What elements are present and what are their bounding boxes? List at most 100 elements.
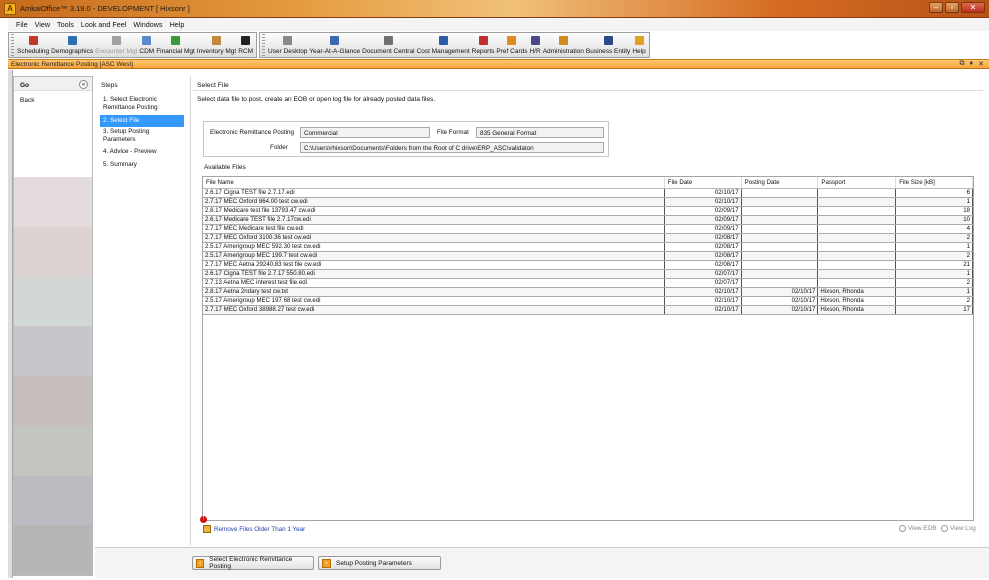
nav-back-link[interactable]: Back (20, 97, 34, 104)
cell-file-name: 2.7.17 MEC Oxford 3100.36 test cw.edi (203, 233, 665, 243)
cell-file-size: 6 (895, 188, 973, 198)
toolbar-reports-button[interactable]: Reports (471, 33, 496, 57)
cell-file-size: 1 (895, 197, 973, 207)
toolbar-cdm-button[interactable]: CDM (138, 33, 155, 57)
menu-look-and-feel[interactable]: Look and Feel (81, 20, 127, 29)
table-row[interactable]: 2.7.17 MEC Medicare test file cw.edi 02/0… (203, 224, 973, 234)
erp-label: Electronic Remittance Posting (210, 129, 294, 136)
cell-file-name: 2.5.17 Amerigroup MEC 592.30 test cw.edi (203, 242, 665, 252)
cell-passport: Hixson, Rhonda (817, 305, 897, 315)
table-row[interactable]: 2.6.17 Cigna TEST file 2.7.17 550.80.edi… (203, 269, 973, 279)
menu-tools[interactable]: Tools (57, 20, 74, 29)
toolbar-business-entity-button[interactable]: Business Entity (585, 33, 631, 57)
toolbar-grip[interactable] (11, 34, 14, 56)
table-row[interactable]: 2.7.17 MEC Oxford 864.00 test cw.edi 02/1… (203, 197, 973, 207)
toolbar-grip[interactable] (262, 34, 266, 56)
cell-file-date: 02/10/17 (664, 305, 742, 315)
cell-file-date: 02/07/17 (664, 269, 742, 279)
menu-file[interactable]: File (16, 20, 28, 29)
cell-passport (817, 233, 897, 243)
menu-windows[interactable]: Windows (133, 20, 162, 29)
cell-file-size: 1 (895, 287, 973, 297)
minimize-icon[interactable]: – (929, 2, 943, 13)
step-summary[interactable]: 5. Summary (100, 159, 184, 171)
cell-posting-date (741, 233, 819, 243)
toolbar-cost-management-button[interactable]: Cost Management (416, 33, 471, 57)
step-select-file[interactable]: 2. Select File (100, 115, 184, 127)
toolbar-rcm-button[interactable]: RCM (237, 33, 254, 57)
pin-icon[interactable]: ♦ (970, 60, 974, 68)
next-step-button[interactable]: › Setup Posting Parameters (318, 556, 441, 570)
files-table: File Name File Date Posting Date Passpor… (203, 177, 973, 315)
table-row[interactable]: 2.6.17 Medicare TEST file 2.7.17cw.edi 02… (203, 215, 973, 225)
cell-posting-date (741, 242, 819, 252)
table-row[interactable]: 2.7.17 MEC Oxford 3100.36 test cw.edi 02/… (203, 233, 973, 243)
erp-field: Commercial (300, 127, 430, 138)
cell-file-size: 21 (895, 260, 973, 270)
toolbar-administration-button[interactable]: Administration (542, 33, 585, 57)
table-row[interactable]: 2.8.17 Aetna 2ndary test cw.txt 02/10/17 0… (203, 287, 973, 297)
toolbar-help-button[interactable]: Help (631, 33, 646, 57)
step-advice-preview[interactable]: 4. Advice - Preview (100, 146, 184, 158)
toolbar-user-desktop-button[interactable]: User Desktop (267, 33, 308, 57)
toolbar-document-central-button[interactable]: Document Central (361, 33, 415, 57)
toolbar-pref-cards-button[interactable]: Pref Cards (495, 33, 528, 57)
close-icon[interactable]: ✕ (961, 2, 985, 13)
cell-file-size: 1 (895, 269, 973, 279)
restore-icon[interactable]: ⧉ (960, 60, 965, 68)
view-log-button[interactable]: View Log (941, 525, 976, 532)
cdm-icon (142, 36, 152, 45)
cell-file-date: 02/08/17 (664, 242, 742, 252)
close-doc-icon[interactable]: ✕ (978, 60, 984, 68)
table-row[interactable]: 2.5.17 Amerigroup MEC 592.30 test cw.edi… (203, 242, 973, 252)
step-select-erp[interactable]: 1. Select Electronic Remittance Posting (100, 94, 184, 113)
toolbar-button-label: Cost Management (416, 48, 470, 55)
cell-file-size: 2 (895, 296, 973, 306)
cell-file-size: 2 (895, 251, 973, 261)
toolbar-group-modules: Scheduling Demographics Encounter Mgt CDM Fi… (8, 32, 258, 58)
back-step-button[interactable]: ‹ Select Electronic Remittance Posting (192, 556, 314, 570)
toolbar-year-at-a-glance-button[interactable]: Year-At-A-Glance (308, 33, 361, 57)
encounter-icon (111, 36, 121, 45)
col-posting-date[interactable]: Posting Date (741, 177, 819, 189)
cell-posting-date: 02/10/17 (741, 296, 819, 306)
files-table-body: 2.6.17 Cigna TEST file 2.7.17.edi 02/10/1… (203, 188, 973, 315)
cell-passport (817, 260, 897, 270)
table-row[interactable]: 2.7.17 MEC Oxford 38988.27 test cw.edi 02… (203, 305, 973, 315)
toolbar-h-r-button[interactable]: H/R (528, 33, 541, 57)
toolbar-inventory-mgt-button[interactable]: Inventory Mgt (196, 33, 237, 57)
remove-old-files-label: Remove Files Older Than 1 Year (214, 525, 306, 533)
toolbar-demographics-button[interactable]: Demographics (50, 33, 94, 57)
col-file-date[interactable]: File Date (664, 177, 742, 189)
cell-file-size: 4 (895, 224, 973, 234)
maximize-icon[interactable]: ▫ (945, 2, 959, 13)
col-file-name[interactable]: File Name (203, 177, 665, 189)
cell-passport: Hixson, Rhonda (817, 296, 897, 306)
window-titlebar[interactable]: A AmkaiOffice™ 3.19.0 - DEVELOPMENT [ Hi… (0, 0, 989, 18)
main-panel: Select File Select data file to post, cr… (193, 76, 989, 546)
table-row[interactable]: 2.8.17 Medicare test file 13793.47 cw.ed… (203, 206, 973, 216)
table-row[interactable]: 2.5.17 Amerigroup MEC 199.7 test cw.edi 0… (203, 251, 973, 261)
toolbar-scheduling-button[interactable]: Scheduling (16, 33, 50, 57)
cell-passport (817, 206, 897, 216)
menu-help[interactable]: Help (170, 20, 185, 29)
collapse-icon[interactable]: « (79, 80, 88, 89)
table-header-row: File Name File Date Posting Date Passpor… (203, 177, 973, 189)
table-row[interactable]: 2.7.17 MEC Aetna 29240.83 test file cw.e… (203, 260, 973, 270)
view-eob-button[interactable]: View EOB (899, 525, 937, 532)
toolbar-button-label: Year-At-A-Glance (309, 48, 361, 55)
table-row[interactable]: 2.5.17 Amerigroup MEC 197.68 test cw.edi… (203, 296, 973, 306)
folder-label: Folder (270, 144, 288, 151)
cell-passport (817, 215, 897, 225)
step-setup-posting[interactable]: 3. Setup Posting Parameters (100, 126, 184, 145)
desktop-icon (283, 36, 293, 45)
remove-old-files-link[interactable]: Remove Files Older Than 1 Year (203, 525, 305, 533)
menu-view[interactable]: View (35, 20, 50, 29)
table-row[interactable]: 2.6.17 Cigna TEST file 2.7.17.edi 02/10/1… (203, 188, 973, 198)
col-passport[interactable]: Passport (817, 177, 897, 189)
cell-file-size: 1 (895, 242, 973, 252)
table-row[interactable]: 2.7.13 Aetna MEC interest test file.edi 0… (203, 278, 973, 288)
toolbar-financial-mgt-button[interactable]: Financial Mgt (155, 33, 196, 57)
cell-file-date: 02/10/17 (664, 188, 742, 198)
col-file-size[interactable]: File Size [kB] (895, 177, 973, 189)
